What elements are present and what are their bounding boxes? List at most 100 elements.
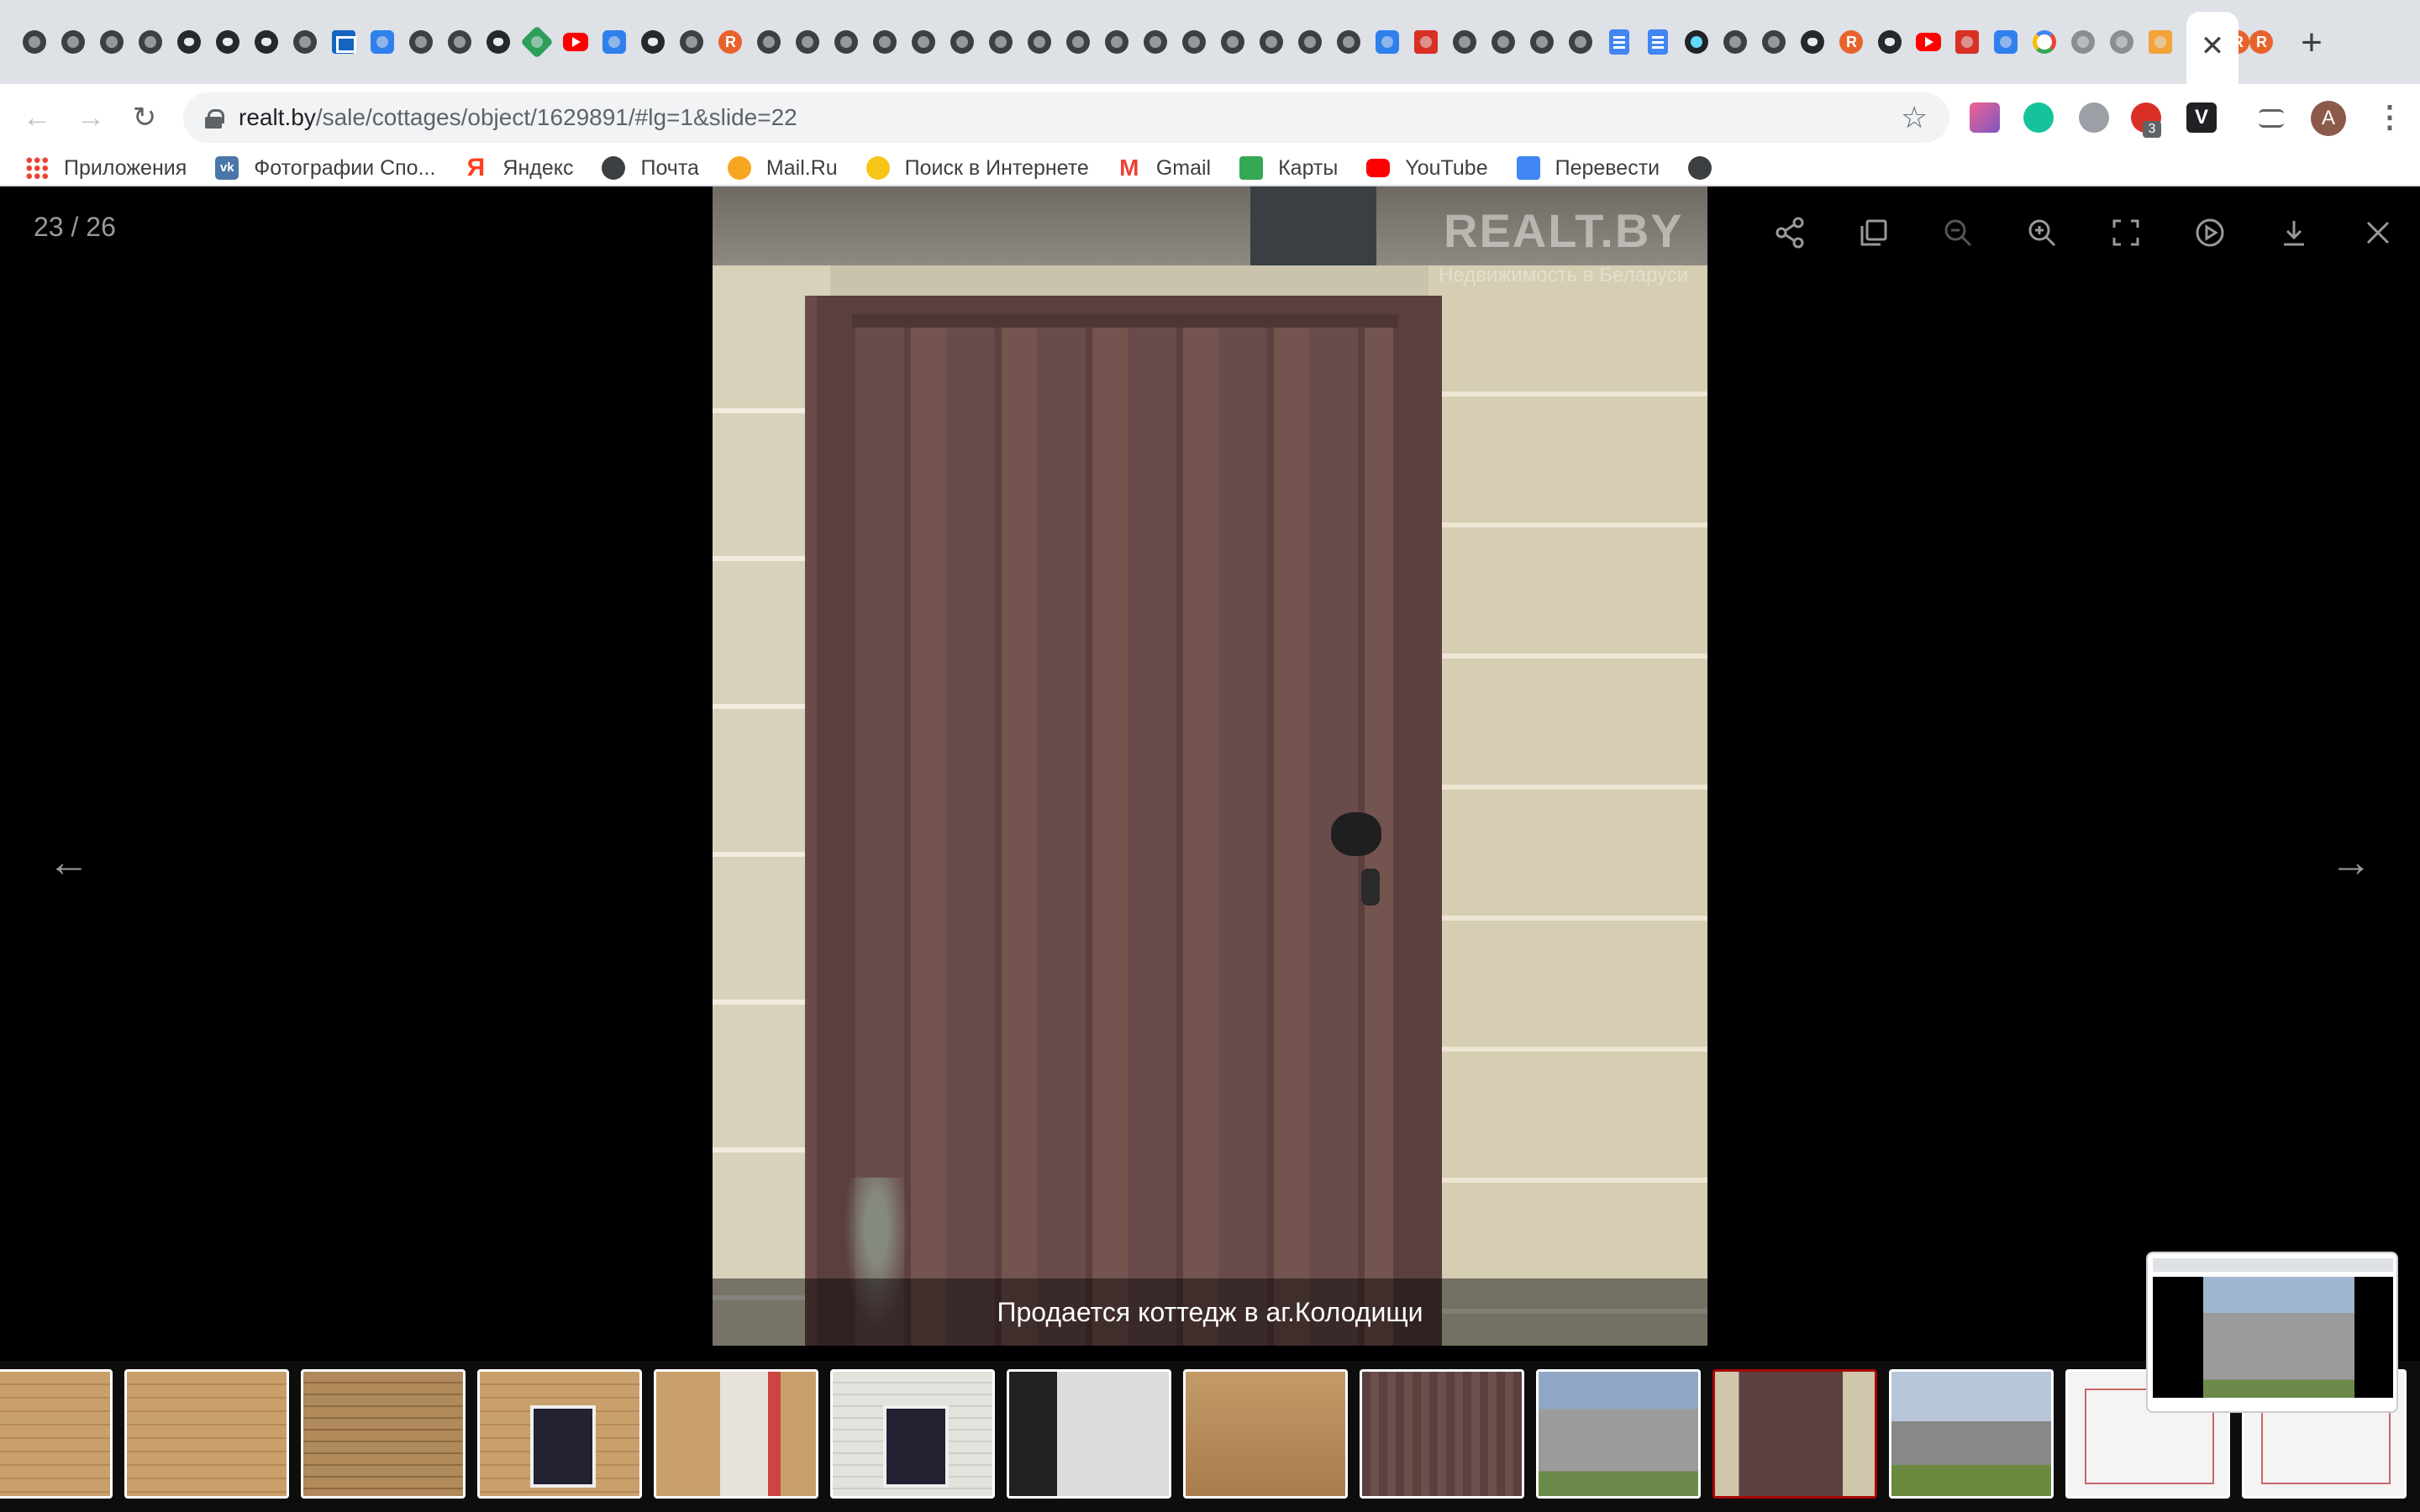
thumbnail-1[interactable]: [124, 1369, 289, 1499]
bookmark-2[interactable]: Я Яндекс: [464, 150, 574, 186]
thumbnail-8[interactable]: [1360, 1369, 1524, 1499]
bookmark-4[interactable]: Mail.Ru: [727, 150, 838, 186]
active-tab[interactable]: ✕: [2186, 12, 2238, 84]
tab-39[interactable]: [1523, 24, 1561, 60]
tab-47[interactable]: [1832, 24, 1870, 60]
zoom-in-button[interactable]: [2000, 203, 2084, 262]
back-button[interactable]: ←: [17, 97, 57, 138]
tab-21[interactable]: [827, 24, 865, 60]
tab-3[interactable]: [131, 24, 170, 60]
tab-17[interactable]: [672, 24, 711, 60]
tab-14[interactable]: [556, 24, 595, 60]
close-lightbox-button[interactable]: [2336, 203, 2420, 262]
thumbnail-11[interactable]: [1889, 1369, 2054, 1499]
tab-46[interactable]: [1793, 24, 1832, 60]
tab-43[interactable]: [1677, 24, 1716, 60]
tab-20[interactable]: [788, 24, 827, 60]
download-button[interactable]: [2252, 203, 2336, 262]
thumbnail-10[interactable]: [1712, 1369, 1877, 1499]
tab-18[interactable]: [711, 24, 750, 60]
tab-1[interactable]: [54, 24, 92, 60]
tab-28[interactable]: [1097, 24, 1136, 60]
thumbnail-5[interactable]: [830, 1369, 995, 1499]
tab-24[interactable]: [943, 24, 981, 60]
tab-12[interactable]: [479, 24, 518, 60]
forward-button[interactable]: →: [71, 97, 111, 138]
tab-close-icon[interactable]: ✕: [2201, 32, 2225, 60]
tab-realt[interactable]: [2242, 24, 2281, 60]
profile-avatar[interactable]: A: [2311, 101, 2346, 136]
tab-16[interactable]: [634, 24, 672, 60]
paw-extension-icon[interactable]: [2079, 102, 2109, 133]
gallery-photo[interactable]: REALT.BY Недвижимость в Беларуси: [713, 186, 1707, 1346]
bookmark-3[interactable]: Почта: [602, 150, 699, 186]
tab-27[interactable]: [1059, 24, 1097, 60]
tab-31[interactable]: [1213, 24, 1252, 60]
tab-13[interactable]: [518, 24, 556, 60]
tab-10[interactable]: [402, 24, 440, 60]
new-tab-button[interactable]: +: [2291, 22, 2333, 64]
tab-49[interactable]: [1909, 24, 1948, 60]
tab-29[interactable]: [1136, 24, 1175, 60]
vimium-icon[interactable]: V: [2186, 102, 2217, 133]
tab-44[interactable]: [1716, 24, 1754, 60]
tab-26[interactable]: [1020, 24, 1059, 60]
autoplay-button[interactable]: [2168, 203, 2252, 262]
thumbnail-2[interactable]: [301, 1369, 466, 1499]
tab-9[interactable]: [363, 24, 402, 60]
grammarly-icon[interactable]: [2023, 102, 2054, 133]
tab-48[interactable]: [1870, 24, 1909, 60]
tab-6[interactable]: [247, 24, 286, 60]
share-button[interactable]: [1748, 203, 1832, 262]
url-text[interactable]: realt.by/sale/cottages/object/1629891/#l…: [239, 104, 797, 131]
tab-53[interactable]: [2064, 24, 2102, 60]
tab-40[interactable]: [1561, 24, 1600, 60]
tab-54[interactable]: [2102, 24, 2141, 60]
tab-22[interactable]: [865, 24, 904, 60]
bookmark-10[interactable]: [1688, 150, 1727, 186]
tab-34[interactable]: [1329, 24, 1368, 60]
fullscreen-button[interactable]: [2084, 203, 2168, 262]
bookmark-1[interactable]: vk Фотографии Спо...: [215, 150, 435, 186]
tab-37[interactable]: [1445, 24, 1484, 60]
thumbnail-6[interactable]: [1007, 1369, 1171, 1499]
tab-8[interactable]: [324, 24, 363, 60]
tab-33[interactable]: [1291, 24, 1329, 60]
browser-menu-icon[interactable]: ⋮: [2375, 96, 2405, 138]
tab-55[interactable]: [2141, 24, 2180, 60]
thumbnail-0[interactable]: [0, 1369, 113, 1499]
bookmark-7[interactable]: Карты: [1239, 150, 1338, 186]
thumbnail-4[interactable]: [654, 1369, 818, 1499]
tab-32[interactable]: [1252, 24, 1291, 60]
extension-gradient-icon[interactable]: [1970, 102, 2000, 133]
tab-5[interactable]: [208, 24, 247, 60]
tab-23[interactable]: [904, 24, 943, 60]
tab-25[interactable]: [981, 24, 1020, 60]
tab-35[interactable]: [1368, 24, 1407, 60]
screenshot-preview[interactable]: [2146, 1252, 2398, 1413]
next-slide-button[interactable]: →: [2326, 837, 2376, 887]
tab-45[interactable]: [1754, 24, 1793, 60]
tab-30[interactable]: [1175, 24, 1213, 60]
bookmark-8[interactable]: YouTube: [1366, 150, 1488, 186]
tab-19[interactable]: [750, 24, 788, 60]
bookmark-6[interactable]: M Gmail: [1118, 150, 1211, 186]
bookmark-star-icon[interactable]: ☆: [1901, 101, 1928, 134]
bookmark-5[interactable]: Поиск в Интернете: [865, 150, 1089, 186]
tab-50[interactable]: [1948, 24, 1986, 60]
thumbnail-3[interactable]: [477, 1369, 642, 1499]
tab-0[interactable]: [15, 24, 54, 60]
tab-11[interactable]: [440, 24, 479, 60]
bookmark-9[interactable]: Перевести: [1516, 150, 1660, 186]
thumbnail-7[interactable]: [1183, 1369, 1348, 1499]
lock-icon[interactable]: [205, 109, 224, 129]
tab-15[interactable]: [595, 24, 634, 60]
thumbnail-9[interactable]: [1536, 1369, 1701, 1499]
tab-52[interactable]: [2025, 24, 2064, 60]
reading-list-icon[interactable]: [2259, 109, 2284, 128]
thumbnails-toggle-button[interactable]: [1832, 203, 1916, 262]
tab-7[interactable]: [286, 24, 324, 60]
tab-4[interactable]: [170, 24, 208, 60]
tab-38[interactable]: [1484, 24, 1523, 60]
prev-slide-button[interactable]: ←: [44, 837, 94, 887]
